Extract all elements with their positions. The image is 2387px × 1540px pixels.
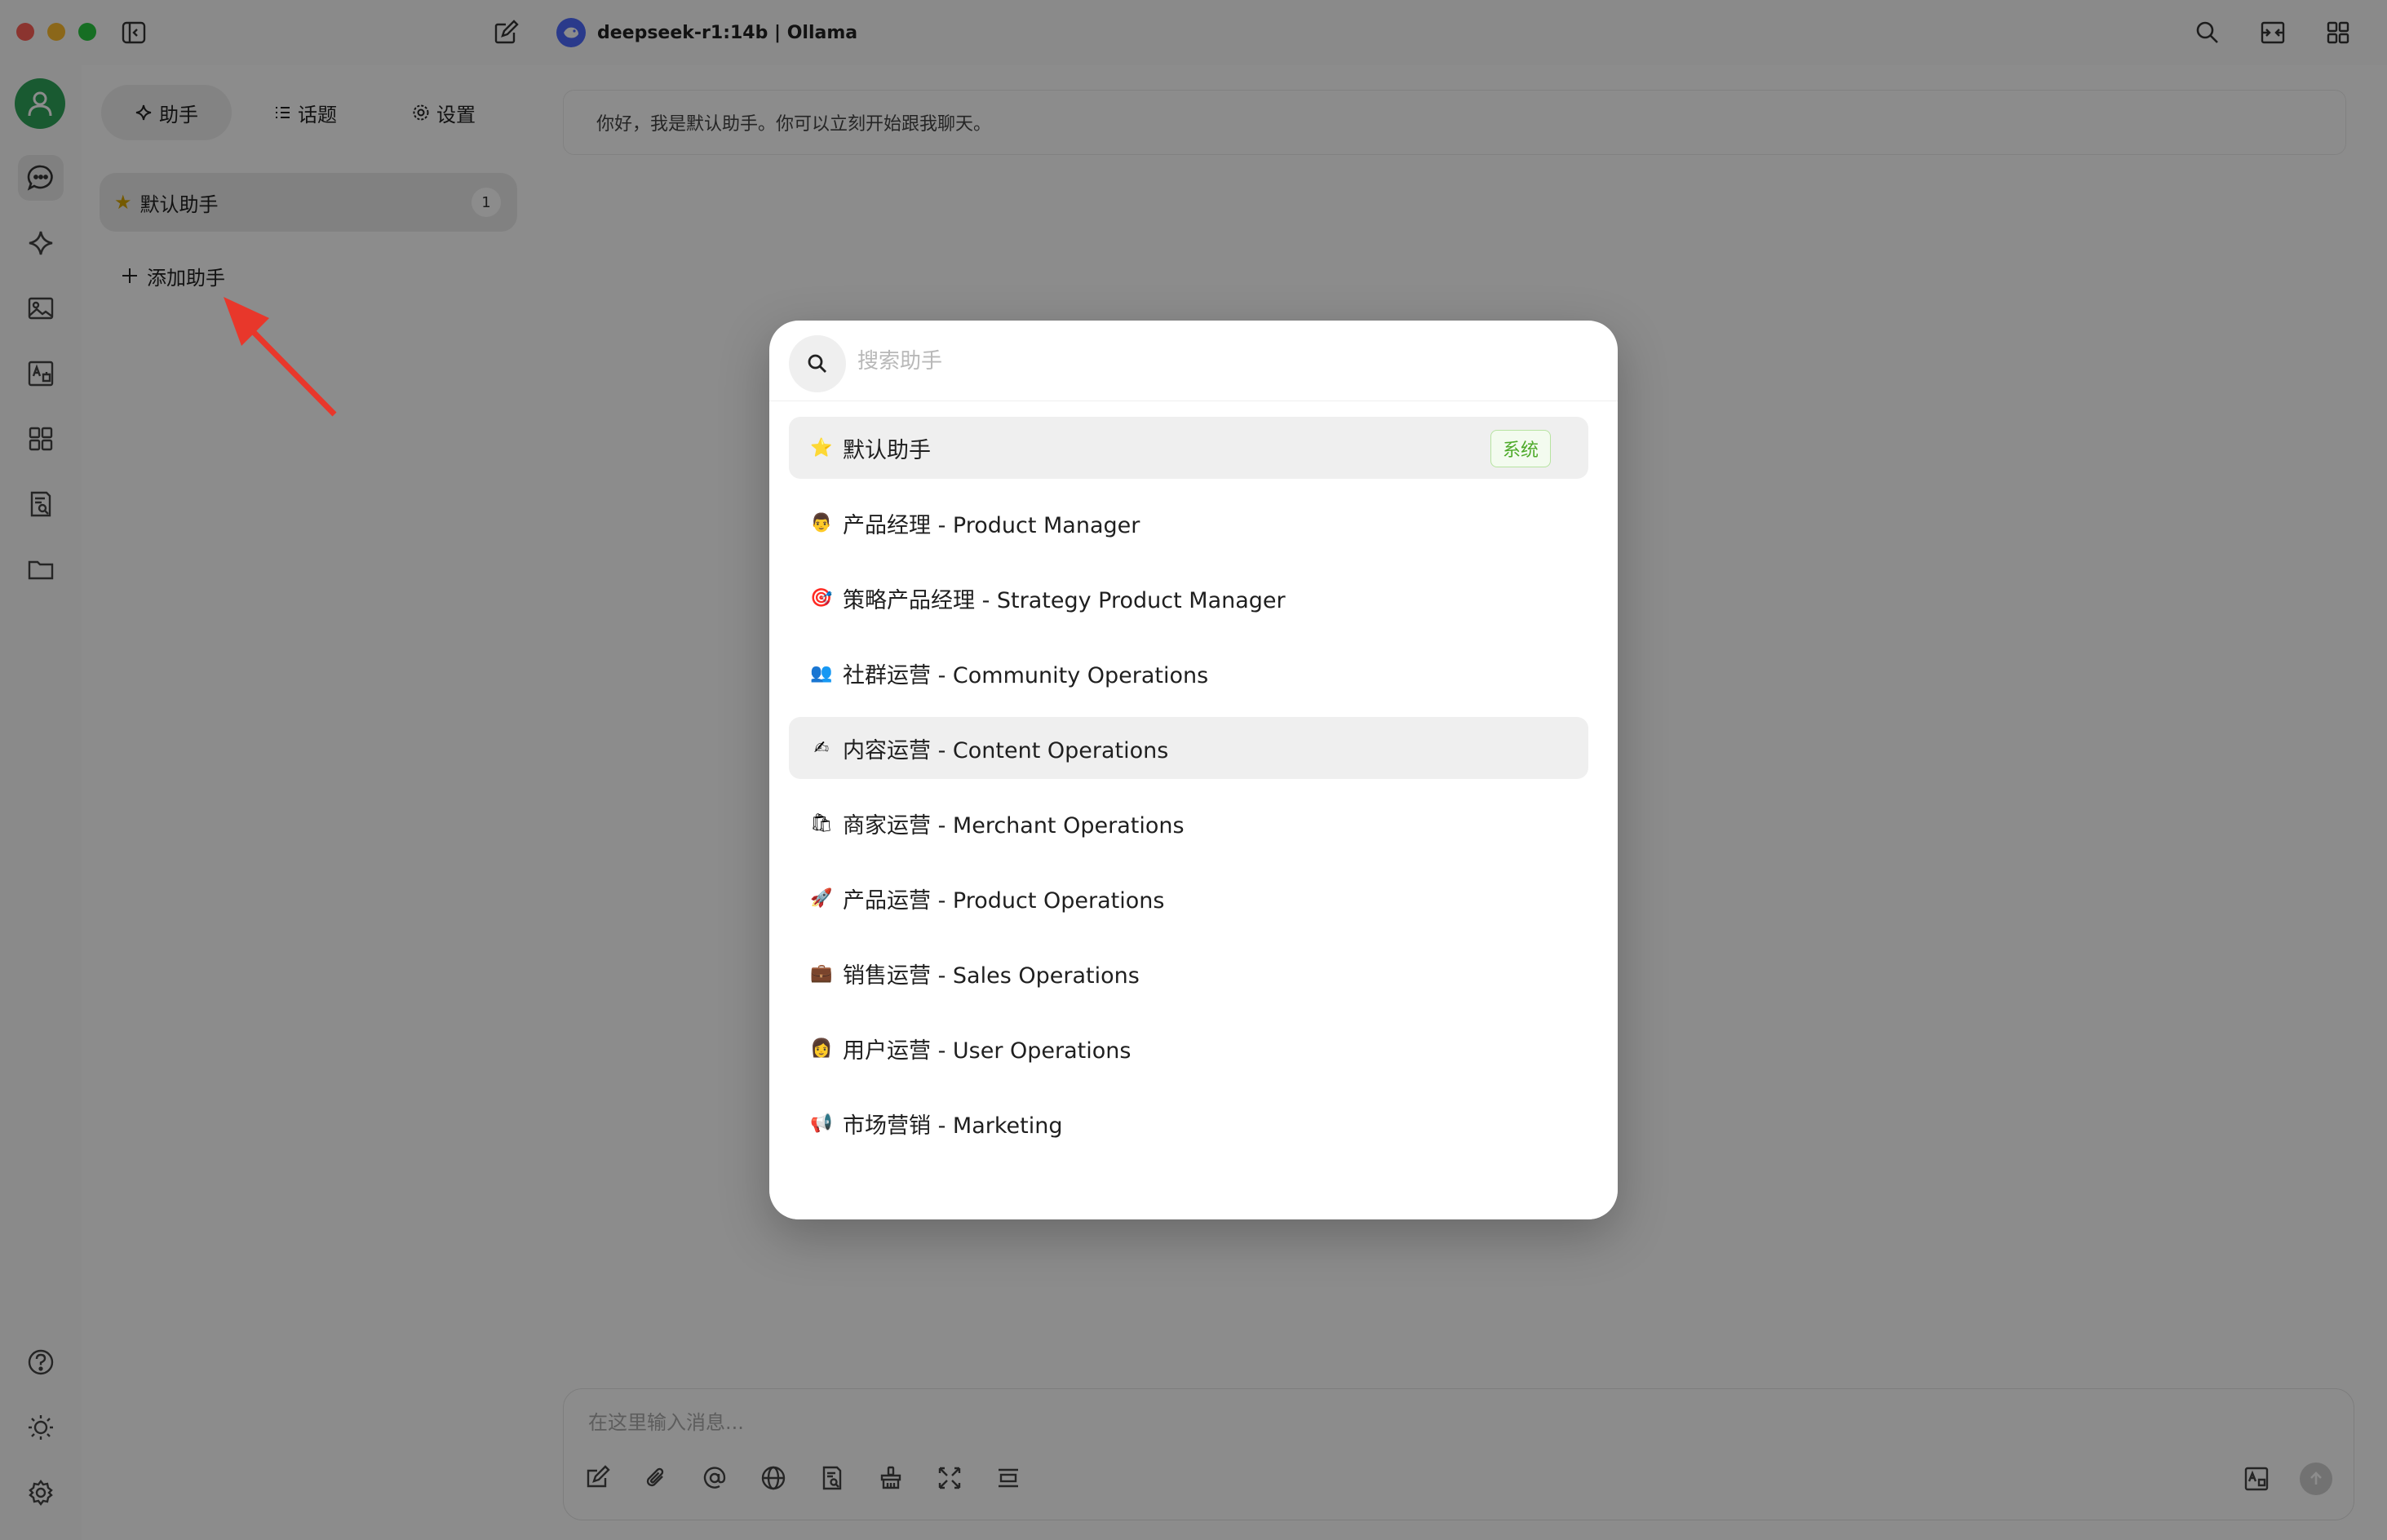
shopping-bag-icon: 🛍 [810,812,833,834]
writing-hand-icon: ✍ [813,737,830,759]
star-icon: ⭐ [810,437,833,458]
list-item[interactable]: 👨 产品经理 - Product Manager [789,492,1588,554]
list-item[interactable]: 👥 社群运营 - Community Operations [789,642,1588,704]
person-icon: 👨 [810,512,833,533]
app-window: deepseek-r1:14b | Ollama 助手 话题 设置 ★ 默认助手… [0,0,2387,1540]
assistant-label: 用户运营 - User Operations [843,1038,1132,1064]
list-item[interactable]: 🛍 商家运营 - Merchant Operations [789,792,1588,854]
rocket-icon: 🚀 [810,887,833,909]
assistant-label: 销售运营 - Sales Operations [843,962,1140,989]
search-icon [789,335,846,392]
assistant-label: 商家运营 - Merchant Operations [843,812,1185,839]
list-item[interactable]: ⭐ 默认助手 系统 [789,417,1588,479]
target-icon: 🎯 [810,587,833,608]
list-item[interactable]: 🎯 策略产品经理 - Strategy Product Manager [789,567,1588,629]
person-icon: 👩 [810,1038,833,1059]
assistant-label: 默认助手 [843,437,931,463]
list-item[interactable]: 💼 销售运营 - Sales Operations [789,942,1588,1004]
list-item[interactable]: 🚀 产品运营 - Product Operations [789,867,1588,929]
assistant-label: 产品运营 - Product Operations [843,887,1165,914]
assistant-label: 产品经理 - Product Manager [843,512,1140,538]
assistant-search-input[interactable] [856,340,1577,383]
list-item[interactable]: 📢 市场营销 - Marketing [789,1092,1588,1154]
modal-search-bar [769,321,1618,401]
list-item[interactable]: ✍ 内容运营 - Content Operations [789,717,1588,779]
list-item[interactable]: 👩 用户运营 - User Operations [789,1017,1588,1079]
briefcase-icon: 💼 [810,962,833,984]
assistant-list: ⭐ 默认助手 系统 👨 产品经理 - Product Manager 🎯 策略产… [789,417,1588,1167]
assistant-label: 市场营销 - Marketing [843,1113,1063,1139]
assistant-search-modal: ⭐ 默认助手 系统 👨 产品经理 - Product Manager 🎯 策略产… [769,321,1618,1219]
assistant-label: 社群运营 - Community Operations [843,662,1209,688]
assistant-label: 内容运营 - Content Operations [843,737,1169,763]
system-tag: 系统 [1490,430,1551,467]
people-icon: 👥 [810,662,833,684]
assistant-label: 策略产品经理 - Strategy Product Manager [843,587,1286,613]
megaphone-icon: 📢 [810,1113,833,1134]
list-fade [769,1170,1618,1219]
